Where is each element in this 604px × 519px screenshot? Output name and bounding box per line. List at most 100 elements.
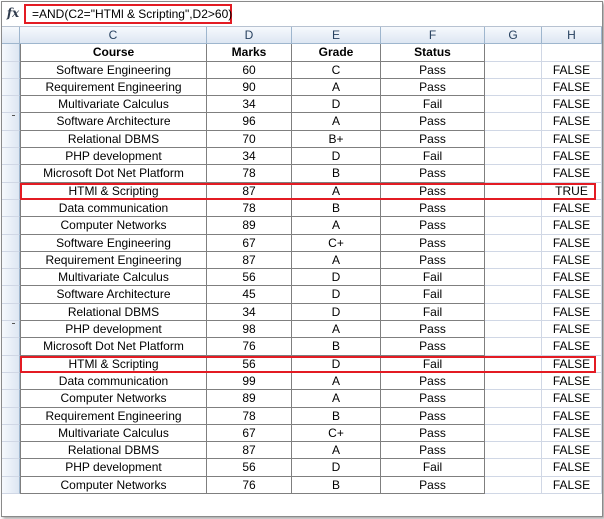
marks-cell[interactable]: 89 bbox=[207, 390, 292, 408]
formula-input[interactable]: =AND(C2="HTMl & Scripting",D2>60) bbox=[24, 4, 232, 24]
status-cell[interactable]: Pass bbox=[381, 372, 485, 391]
course-cell[interactable]: Software Engineering bbox=[20, 61, 207, 79]
grade-cell[interactable]: D bbox=[292, 303, 381, 322]
status-cell[interactable]: Pass bbox=[381, 113, 485, 131]
marks-cell[interactable]: 99 bbox=[207, 372, 292, 391]
empty-cell[interactable] bbox=[485, 234, 542, 252]
grade-cell[interactable]: C+ bbox=[292, 424, 381, 443]
column-header-c[interactable]: C bbox=[20, 27, 207, 45]
result-cell[interactable]: FALSE bbox=[542, 442, 602, 460]
empty-cell[interactable] bbox=[485, 459, 542, 477]
row-header[interactable] bbox=[2, 269, 20, 287]
result-cell[interactable]: FALSE bbox=[542, 459, 602, 477]
row-header[interactable] bbox=[2, 165, 20, 183]
marks-cell[interactable]: 78 bbox=[207, 199, 292, 218]
empty-cell[interactable] bbox=[485, 321, 542, 339]
result-cell[interactable]: TRUE bbox=[542, 182, 602, 200]
empty-cell[interactable] bbox=[485, 476, 542, 495]
result-cell[interactable]: FALSE bbox=[542, 424, 602, 443]
status-cell[interactable]: Pass bbox=[381, 251, 485, 270]
marks-cell[interactable]: 56 bbox=[207, 269, 292, 287]
row-header[interactable] bbox=[2, 130, 20, 149]
status-cell[interactable]: Pass bbox=[381, 424, 485, 443]
grade-cell[interactable]: B bbox=[292, 338, 381, 356]
empty-cell[interactable] bbox=[485, 44, 542, 62]
course-cell[interactable]: Requirement Engineering bbox=[20, 78, 207, 97]
row-header[interactable] bbox=[2, 459, 20, 477]
course-cell[interactable]: Microsoft Dot Net Platform bbox=[20, 165, 207, 183]
empty-cell[interactable] bbox=[485, 372, 542, 391]
row-header[interactable] bbox=[2, 390, 20, 408]
status-cell[interactable]: Pass bbox=[381, 78, 485, 97]
status-cell[interactable]: Pass bbox=[381, 476, 485, 495]
select-all-corner[interactable] bbox=[2, 27, 20, 45]
status-cell[interactable]: Pass bbox=[381, 130, 485, 149]
row-header[interactable] bbox=[2, 321, 20, 339]
course-cell[interactable]: Computer Networks bbox=[20, 217, 207, 235]
marks-cell[interactable]: 98 bbox=[207, 321, 292, 339]
column-header-e[interactable]: E bbox=[292, 27, 381, 45]
status-cell[interactable]: Pass bbox=[381, 165, 485, 183]
grade-cell[interactable]: D bbox=[292, 459, 381, 477]
empty-cell[interactable] bbox=[485, 182, 542, 200]
status-cell[interactable]: Pass bbox=[381, 390, 485, 408]
result-cell[interactable]: FALSE bbox=[542, 96, 602, 114]
status-cell[interactable]: Pass bbox=[381, 199, 485, 218]
status-cell[interactable]: Pass bbox=[381, 321, 485, 339]
marks-cell[interactable]: 96 bbox=[207, 113, 292, 131]
empty-cell[interactable] bbox=[485, 78, 542, 97]
grade-cell[interactable]: D bbox=[292, 96, 381, 114]
grade-cell[interactable]: D bbox=[292, 269, 381, 287]
course-header-cell[interactable]: Course bbox=[20, 44, 207, 62]
status-header-cell[interactable]: Status bbox=[381, 44, 485, 62]
status-cell[interactable]: Fail bbox=[381, 96, 485, 114]
grade-cell[interactable]: B bbox=[292, 476, 381, 495]
grade-cell[interactable]: B bbox=[292, 165, 381, 183]
marks-cell[interactable]: 45 bbox=[207, 286, 292, 304]
course-cell[interactable]: Requirement Engineering bbox=[20, 251, 207, 270]
status-cell[interactable]: Fail bbox=[381, 459, 485, 477]
row-header[interactable] bbox=[2, 96, 20, 114]
marks-cell[interactable]: 34 bbox=[207, 303, 292, 322]
status-cell[interactable]: Pass bbox=[381, 182, 485, 200]
status-cell[interactable]: Pass bbox=[381, 338, 485, 356]
row-header[interactable] bbox=[2, 355, 20, 373]
row-header[interactable] bbox=[2, 148, 20, 166]
column-header-h[interactable]: H bbox=[542, 27, 602, 45]
grade-cell[interactable]: B bbox=[292, 199, 381, 218]
result-cell[interactable]: FALSE bbox=[542, 390, 602, 408]
result-cell[interactable]: FALSE bbox=[542, 217, 602, 235]
grade-cell[interactable]: C bbox=[292, 61, 381, 79]
grade-cell[interactable]: A bbox=[292, 372, 381, 391]
result-cell[interactable]: FALSE bbox=[542, 407, 602, 425]
marks-cell[interactable]: 78 bbox=[207, 407, 292, 425]
status-cell[interactable]: Pass bbox=[381, 61, 485, 79]
grade-cell[interactable]: D bbox=[292, 148, 381, 166]
status-cell[interactable]: Fail bbox=[381, 148, 485, 166]
marks-cell[interactable]: 67 bbox=[207, 424, 292, 443]
grade-cell[interactable]: C+ bbox=[292, 234, 381, 252]
course-cell[interactable]: Data communication bbox=[20, 199, 207, 218]
function-icon[interactable]: fx bbox=[5, 5, 21, 21]
course-cell[interactable]: Relational DBMS bbox=[20, 442, 207, 460]
row-header[interactable] bbox=[2, 113, 20, 131]
status-cell[interactable]: Fail bbox=[381, 269, 485, 287]
course-cell[interactable]: HTMl & Scripting bbox=[20, 182, 207, 200]
grade-cell[interactable]: A bbox=[292, 113, 381, 131]
row-header[interactable] bbox=[2, 251, 20, 270]
result-cell[interactable]: FALSE bbox=[542, 476, 602, 495]
row-header[interactable] bbox=[2, 44, 20, 62]
row-header[interactable] bbox=[2, 234, 20, 252]
course-cell[interactable]: Multivariate Calculus bbox=[20, 96, 207, 114]
marks-cell[interactable]: 76 bbox=[207, 476, 292, 495]
grade-cell[interactable]: D bbox=[292, 286, 381, 304]
course-cell[interactable]: Software Engineering bbox=[20, 234, 207, 252]
row-header[interactable] bbox=[2, 217, 20, 235]
course-cell[interactable]: PHP development bbox=[20, 459, 207, 477]
marks-cell[interactable]: 87 bbox=[207, 182, 292, 200]
result-cell[interactable]: FALSE bbox=[542, 78, 602, 97]
row-header[interactable] bbox=[2, 303, 20, 322]
course-cell[interactable]: Data communication bbox=[20, 372, 207, 391]
marks-cell[interactable]: 60 bbox=[207, 61, 292, 79]
result-cell[interactable]: FALSE bbox=[542, 234, 602, 252]
